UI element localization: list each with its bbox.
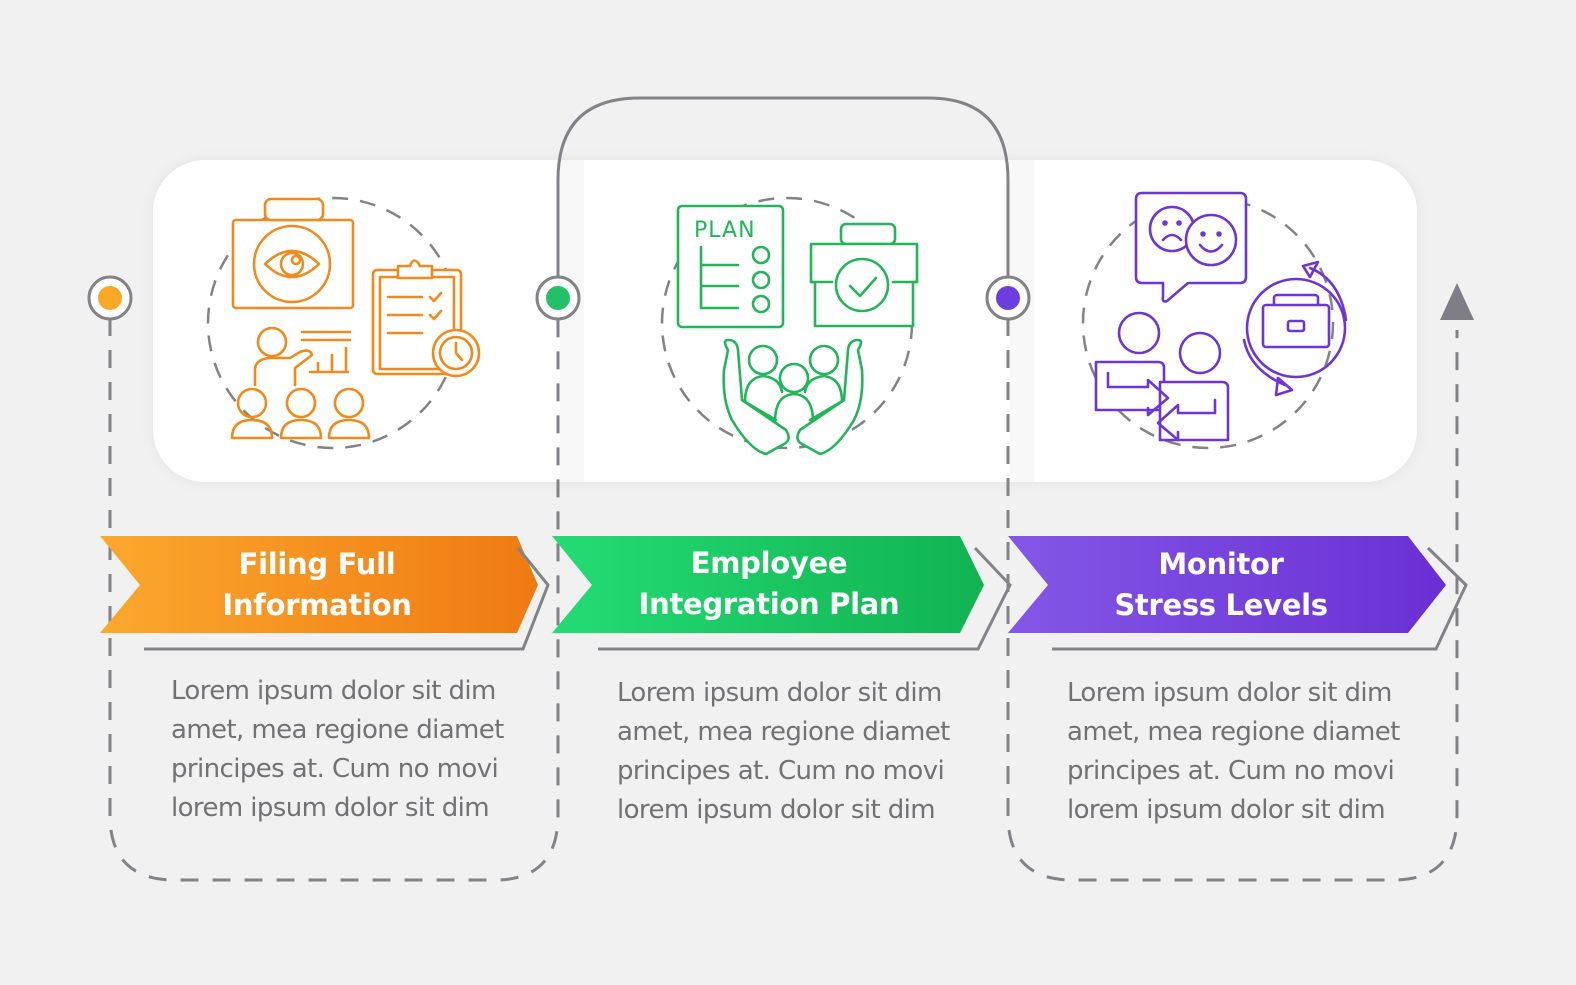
step-node-2 <box>535 275 581 321</box>
step-3-title: Monitor Stress Levels <box>1051 544 1391 626</box>
step-1-title-line2: Information <box>222 588 412 622</box>
step-3-description: Lorem ipsum dolor sit dim amet, mea regi… <box>1067 678 1400 825</box>
divider-shade <box>560 160 584 482</box>
divider-shade <box>1010 160 1034 482</box>
infographic: PLAN Filing Full Information Employee In… <box>0 0 1576 980</box>
svg-text:PLAN: PLAN <box>694 218 756 243</box>
step-2-title-line2: Integration Plan <box>638 587 900 621</box>
infographic-canvas: PLAN <box>87 96 1474 882</box>
step-2-title: Employee Integration Plan <box>599 543 939 625</box>
step-node-3 <box>985 275 1031 321</box>
arrow-up-icon <box>1440 283 1474 320</box>
step-1-description: Lorem ipsum dolor sit dim amet, mea regi… <box>171 676 504 823</box>
step-1-title-line1: Filing Full <box>238 547 396 581</box>
step-3-title-line2: Stress Levels <box>1114 588 1328 622</box>
step-node-1 <box>87 275 133 321</box>
step-2-description: Lorem ipsum dolor sit dim amet, mea regi… <box>617 678 950 825</box>
step-1-title: Filing Full Information <box>147 544 487 626</box>
step-3-title-line1: Monitor <box>1158 547 1284 581</box>
step-2-title-line1: Employee <box>690 546 848 580</box>
